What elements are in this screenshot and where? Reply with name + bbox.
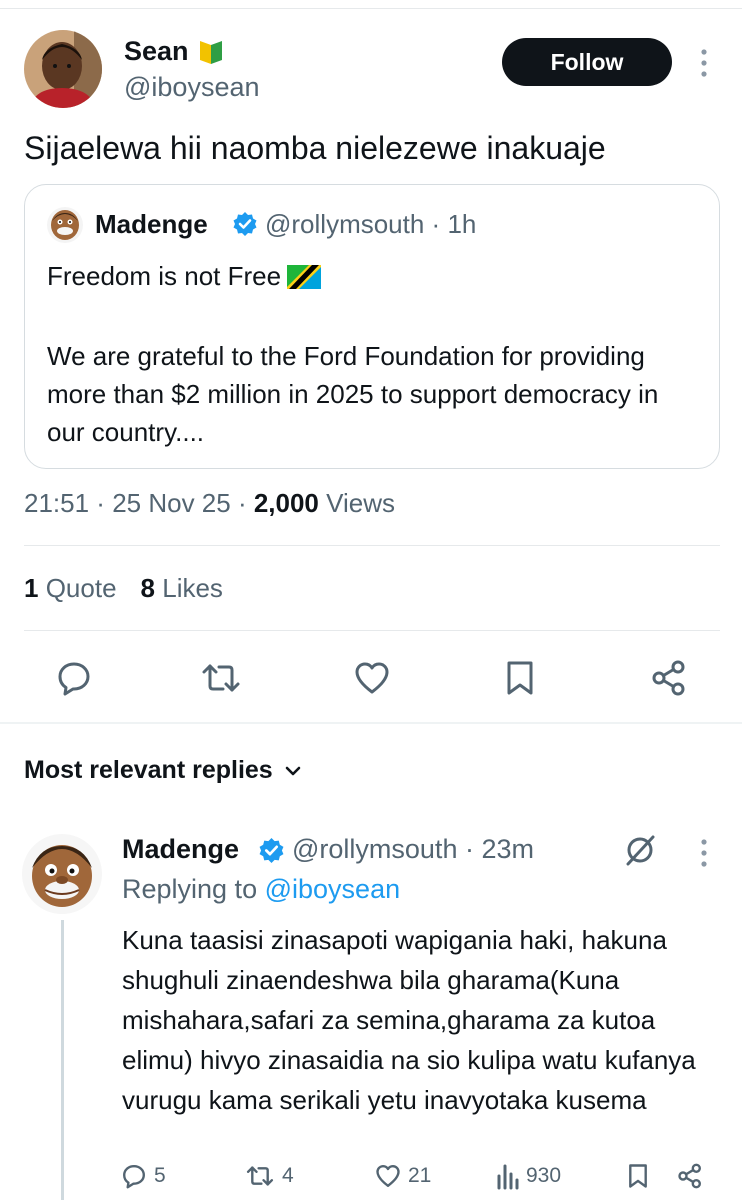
reply-author-handle: @rollymsouth bbox=[292, 834, 458, 864]
likes-count: 8 bbox=[140, 573, 155, 603]
section-divider bbox=[0, 722, 742, 724]
share-icon bbox=[676, 1162, 704, 1190]
reply-time: 23m bbox=[481, 834, 534, 864]
replies-sort-dropdown[interactable]: Most relevant replies bbox=[24, 756, 303, 785]
reply-icon[interactable] bbox=[52, 656, 96, 700]
reply-more-options-icon[interactable] bbox=[694, 836, 714, 870]
author-name[interactable]: Sean bbox=[124, 36, 225, 67]
reply-count: 5 bbox=[154, 1164, 166, 1187]
views-count: 2,000 bbox=[253, 488, 319, 518]
replying-to-prefix: Replying to bbox=[122, 874, 258, 904]
likes-label: Likes bbox=[162, 573, 223, 603]
more-options-icon[interactable] bbox=[694, 46, 714, 80]
like-icon bbox=[374, 1162, 402, 1190]
quoted-tweet-card[interactable]: Madenge @rollymsouth · 1h Freedom is not… bbox=[24, 184, 720, 469]
bookmark-icon[interactable] bbox=[498, 656, 542, 700]
verified-badge-icon bbox=[258, 837, 285, 864]
reply-bookmark-button[interactable] bbox=[624, 1160, 652, 1192]
grok-icon[interactable] bbox=[622, 832, 658, 868]
share-icon[interactable] bbox=[647, 656, 691, 700]
chevron-down-icon bbox=[283, 761, 303, 781]
tweet-stats: 1 Quote 8 Likes bbox=[24, 573, 223, 604]
author-handle[interactable]: @iboysean bbox=[124, 72, 260, 103]
reply-retweet-button[interactable]: 4 bbox=[244, 1160, 294, 1192]
verified-badge-icon bbox=[232, 211, 258, 237]
bookmark-icon bbox=[624, 1162, 652, 1190]
retweet-count: 4 bbox=[282, 1164, 294, 1187]
beginner-leaf-icon bbox=[197, 38, 225, 66]
replying-to-mention[interactable]: @iboysean bbox=[265, 874, 401, 904]
tanzania-flag-icon bbox=[287, 264, 322, 289]
quoted-author-meta: @rollymsouth · 1h bbox=[265, 209, 477, 239]
reply-icon bbox=[120, 1162, 148, 1190]
like-count: 21 bbox=[408, 1164, 432, 1187]
thread-line bbox=[61, 920, 64, 1200]
replying-to: Replying to @iboysean bbox=[122, 874, 400, 905]
reply-text: Kuna taasisi zinasapoti wapigania haki, … bbox=[122, 925, 696, 1115]
tweet-time: 21:51 bbox=[24, 488, 90, 518]
divider bbox=[24, 545, 720, 546]
retweet-icon[interactable] bbox=[199, 656, 243, 700]
quoted-headline-text: Freedom is not Free bbox=[47, 261, 282, 291]
quote-stat[interactable]: 1 Quote bbox=[24, 573, 117, 604]
view-count: 930 bbox=[526, 1164, 562, 1187]
likes-stat[interactable]: 8 Likes bbox=[141, 573, 223, 604]
quote-label: Quote bbox=[45, 573, 117, 603]
quoted-time: 1h bbox=[447, 209, 477, 239]
quote-count: 1 bbox=[24, 573, 39, 603]
reply-author-name[interactable]: Madenge bbox=[122, 834, 239, 865]
like-icon[interactable] bbox=[350, 656, 394, 700]
divider bbox=[24, 630, 720, 631]
quoted-author-avatar bbox=[47, 207, 83, 243]
views-chart-icon bbox=[496, 1162, 520, 1190]
tweet-meta: 21:51 · 25 Nov 25 · 2,000 Views bbox=[24, 488, 396, 518]
author-name-text: Sean bbox=[124, 36, 189, 66]
reply-author-meta: @rollymsouth · 23m bbox=[292, 834, 534, 864]
views-label: Views bbox=[326, 488, 396, 518]
tweet-text: Sijaelewa hii naomba nielezewe inakuaje bbox=[24, 130, 606, 166]
reply-author-avatar[interactable] bbox=[22, 834, 102, 914]
replies-header-label: Most relevant replies bbox=[24, 756, 273, 784]
quoted-headline: Freedom is not Free bbox=[47, 261, 322, 292]
reply-like-button[interactable]: 21 bbox=[374, 1160, 431, 1192]
retweet-icon bbox=[244, 1162, 276, 1190]
follow-button[interactable]: Follow bbox=[502, 38, 672, 86]
tweet-date: 25 Nov 25 bbox=[112, 488, 231, 518]
quoted-body: We are grateful to the Ford Foundation f… bbox=[47, 341, 659, 447]
reply-views-button[interactable]: 930 bbox=[496, 1160, 561, 1192]
quoted-author-name: Madenge bbox=[95, 209, 208, 239]
reply-share-button[interactable] bbox=[676, 1160, 704, 1192]
quoted-author-handle: @rollymsouth bbox=[265, 209, 425, 239]
reply-reply-button[interactable]: 5 bbox=[120, 1160, 166, 1192]
top-divider bbox=[0, 8, 742, 9]
author-avatar[interactable] bbox=[24, 30, 102, 108]
